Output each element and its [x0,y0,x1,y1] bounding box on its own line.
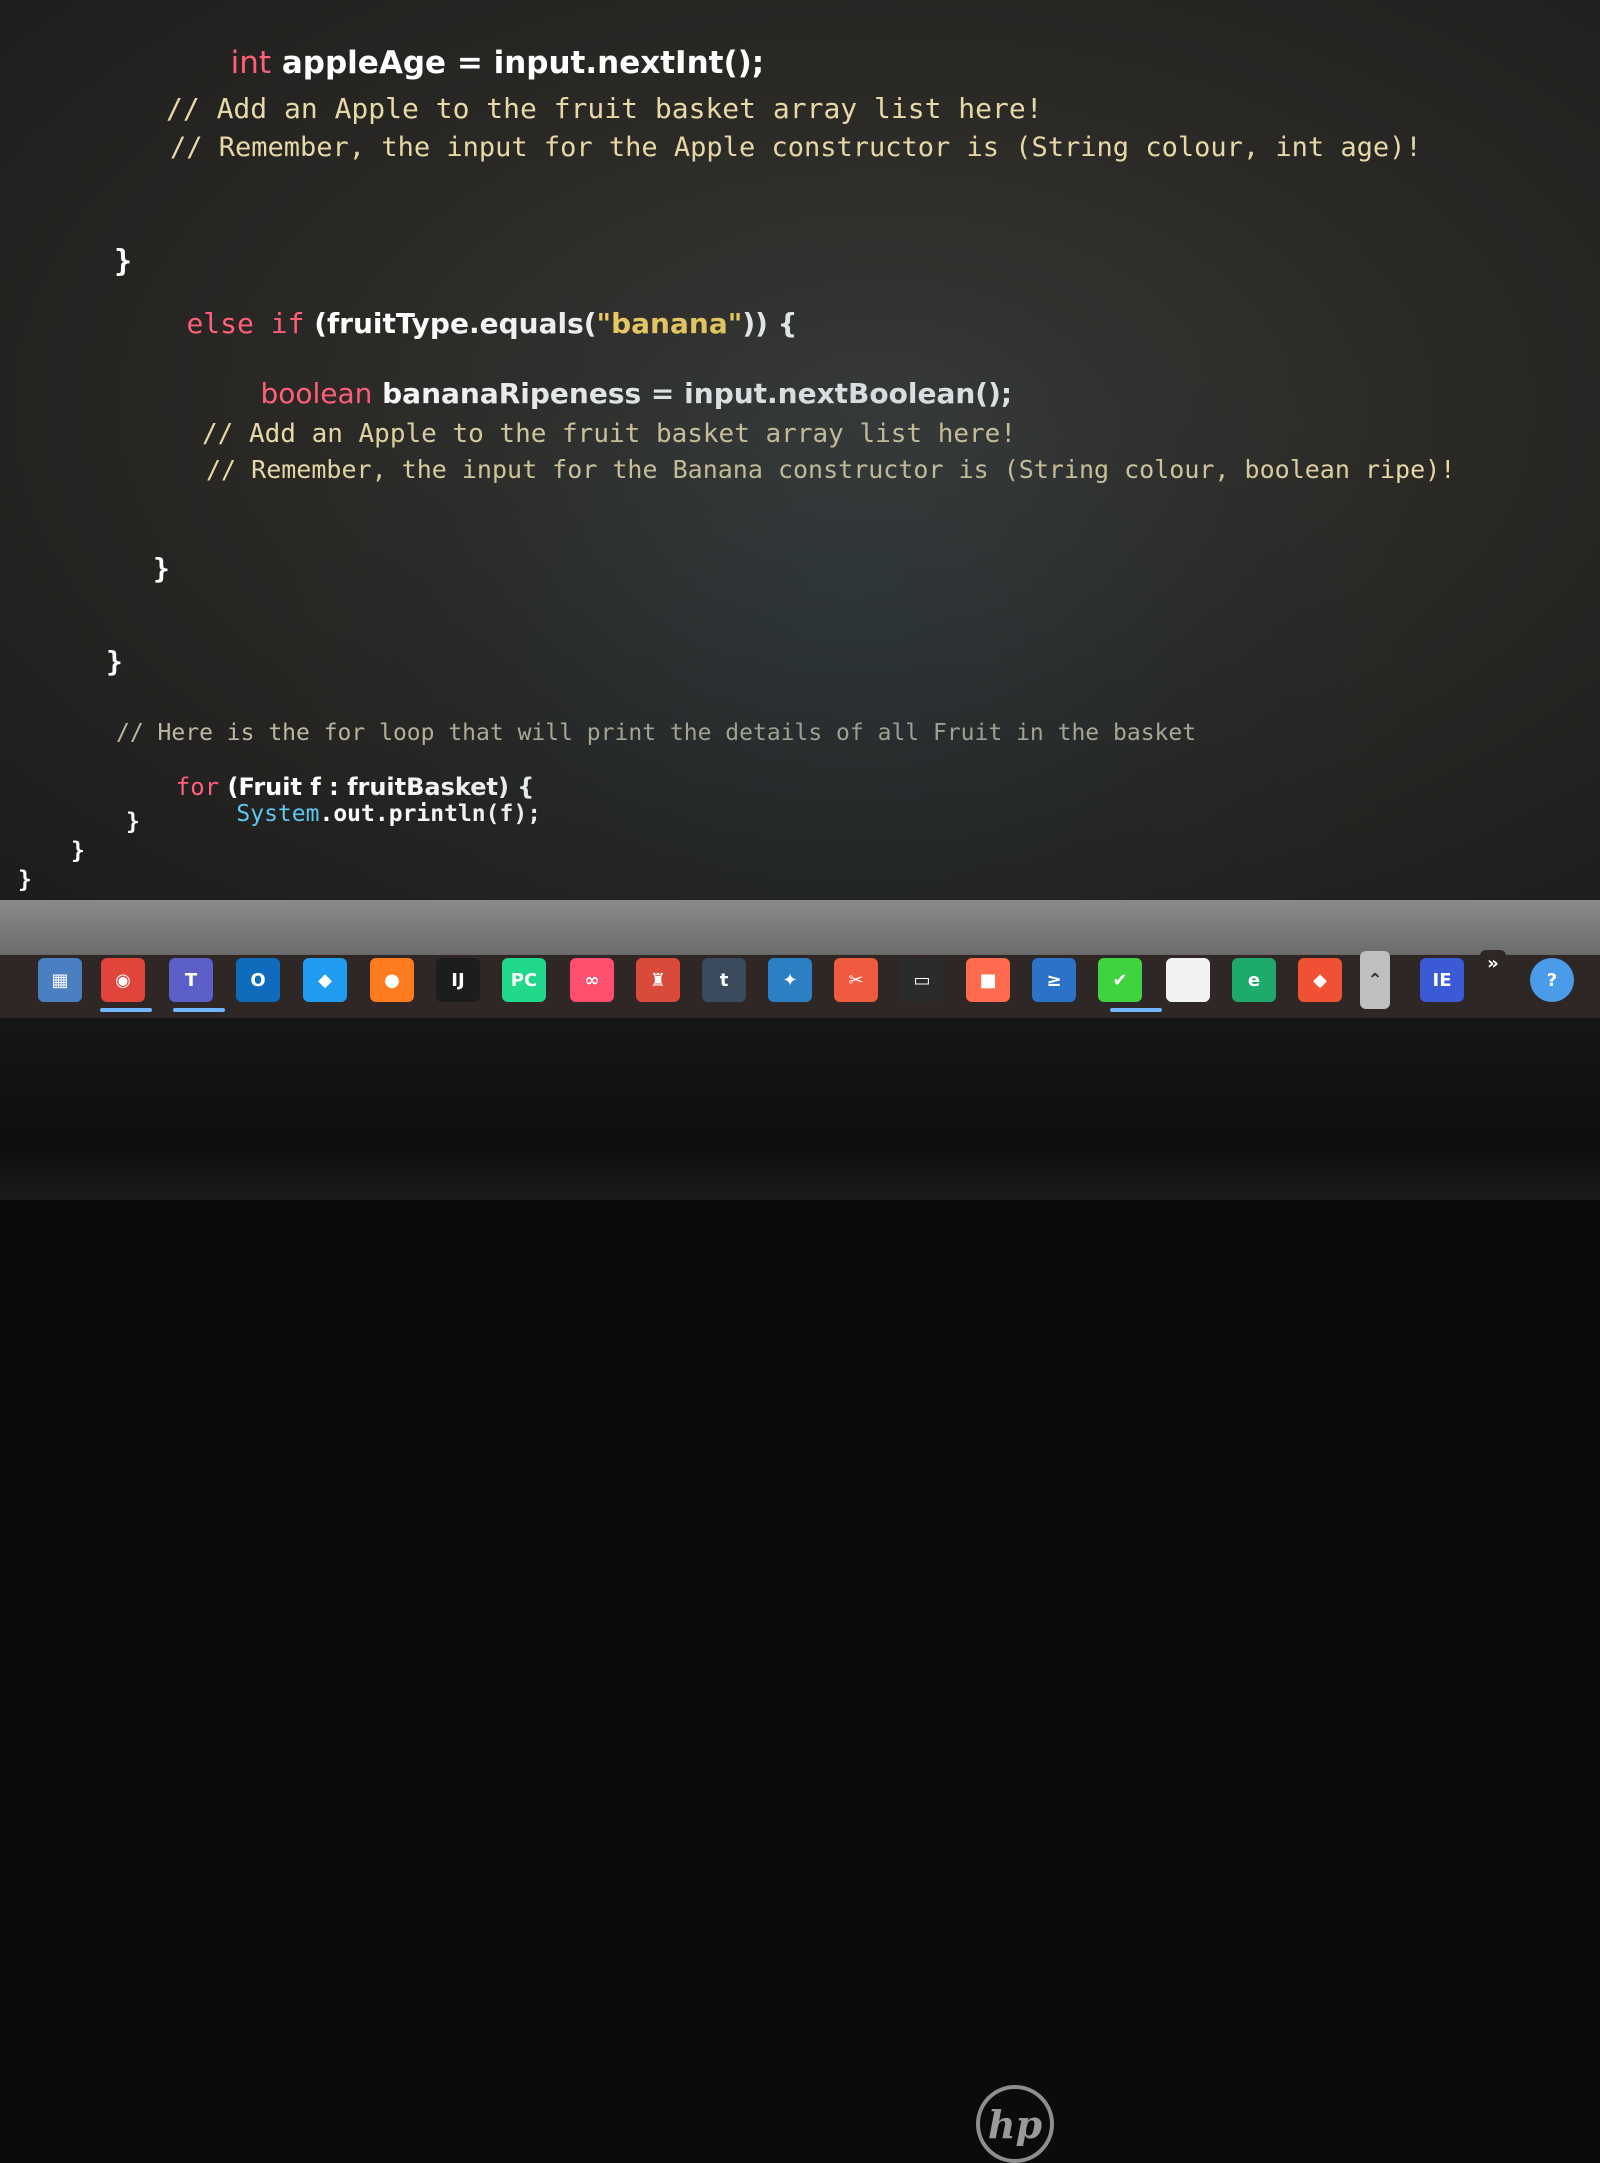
creative-cloud-icon[interactable]: ∞ [570,958,614,1002]
condition-close: )) { [742,307,798,340]
tumblr-icon[interactable]: t [702,958,746,1002]
code-brace-for[interactable]: } [126,811,140,834]
teams-icon[interactable]: T [169,958,213,1002]
show-hidden-icons-icon[interactable]: ⌃ [1360,951,1390,1009]
keyword-int: int [230,45,272,81]
popcorn-icon[interactable]: ♜ [636,958,680,1002]
code-comment-apple-2[interactable]: // Remember, the input for the Apple con… [170,134,1422,161]
println-call: .out.println(f); [319,801,542,827]
operator-assign: = [446,45,494,81]
chrome-icon[interactable]: ◉ [101,958,145,1002]
running-indicator [100,1008,152,1012]
ie-icon[interactable]: IE [1420,958,1464,1002]
running-indicator [173,1008,225,1012]
chat-app-icon[interactable]: ■ [966,958,1010,1002]
string-banana: "banana" [596,307,743,340]
git-icon[interactable]: ◆ [1298,958,1342,1002]
outlook-icon[interactable]: O [236,958,280,1002]
class-system: System [236,801,320,827]
vscode-icon[interactable]: ◆ [303,958,347,1002]
mysql-workbench-icon[interactable]: ✦ [768,958,812,1002]
code-brace-class[interactable]: } [18,869,32,892]
code-comment-for-loop[interactable]: // Here is the for loop that will print … [116,722,1196,745]
code-comment-banana-2[interactable]: // Remember, the input for the Banana co… [206,457,1455,482]
keyword-else-if: else if [186,307,305,340]
code-brace-method[interactable]: } [71,840,85,863]
variable-apple-age: appleAge [271,45,447,81]
terminal-icon[interactable]: ▭ [900,958,944,1002]
code-brace-inner[interactable]: } [153,555,170,583]
calculator-icon[interactable]: ▦ [38,958,82,1002]
call-next-boolean: input.nextBoolean(); [684,377,1013,410]
laptop-bezel: hp [0,1018,1600,2163]
condition-call: (fruitType.equals( [304,307,597,340]
firefox-icon[interactable]: ● [370,958,414,1002]
overflow-chevron-icon[interactable]: » [1480,950,1506,976]
code-comment-banana-1[interactable]: // Add an Apple to the fruit basket arra… [202,421,1016,447]
code-line-println[interactable]: System.out.println(f); [181,780,541,849]
operator-assign-2: = [641,377,685,410]
intellij-icon[interactable]: IJ [436,958,480,1002]
powershell-icon[interactable]: ≥ [1032,958,1076,1002]
variable-banana-ripeness: bananaRipeness [372,377,642,410]
keyword-boolean: boolean [260,377,373,410]
android-tool-icon[interactable]: ✔ [1098,958,1142,1002]
help-icon[interactable]: ? [1530,958,1574,1002]
code-brace[interactable]: } [114,247,132,277]
hp-logo: hp [976,2085,1054,2163]
code-comment-apple-1[interactable]: // Add an Apple to the fruit basket arra… [166,95,1043,123]
running-indicator [1110,1008,1162,1012]
edge-icon[interactable]: e [1232,958,1276,1002]
call-next-int: input.nextInt(); [493,45,765,81]
notepad-icon[interactable] [1166,958,1210,1002]
pycharm-icon[interactable]: PC [502,958,546,1002]
laptop-screen: int appleAge = input.nextInt(); // Add a… [0,0,1600,900]
snipping-tool-icon[interactable]: ✂ [834,958,878,1002]
code-brace-outer[interactable]: } [106,648,123,676]
